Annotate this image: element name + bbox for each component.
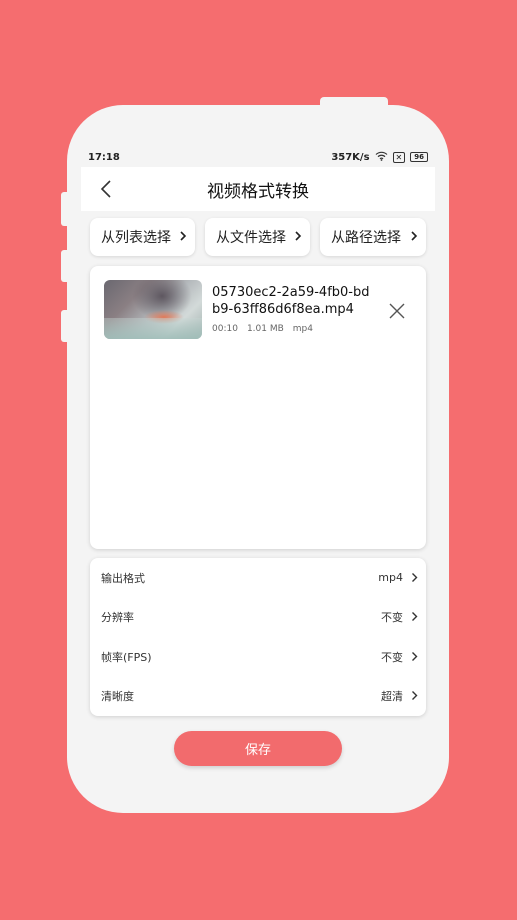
setting-label: 帧率(FPS) bbox=[101, 650, 152, 664]
status-time: 17:18 bbox=[88, 151, 120, 163]
no-sim-icon: ✕ bbox=[392, 151, 406, 163]
save-button[interactable]: 保存 bbox=[174, 731, 342, 766]
source-label: 从路径选择 bbox=[331, 230, 401, 246]
source-label: 从文件选择 bbox=[216, 230, 286, 246]
setting-value: 不变 bbox=[381, 610, 403, 624]
chevron-right-icon bbox=[411, 231, 418, 241]
setting-value: mp4 bbox=[378, 571, 403, 584]
select-from-file-button[interactable]: 从文件选择 bbox=[205, 218, 310, 256]
video-thumbnail[interactable] bbox=[104, 280, 202, 339]
setting-label: 输出格式 bbox=[101, 571, 145, 585]
top-app-bar: 视频格式转换 bbox=[81, 167, 435, 211]
video-size: 1.01 MB bbox=[246, 324, 284, 334]
video-meta: 00:10 1.01 MB mp4 bbox=[212, 324, 313, 334]
output-format-row[interactable]: 输出格式 mp4 bbox=[90, 558, 426, 597]
video-filename: 05730ec2-2a59-4fb0-bdb9-63ff86d6f8ea.mp4 bbox=[212, 285, 370, 317]
chevron-right-icon bbox=[412, 652, 418, 661]
setting-value: 超清 bbox=[381, 689, 403, 703]
chevron-right-icon bbox=[412, 573, 418, 582]
source-selector: 从列表选择 从文件选择 从路径选择 bbox=[90, 218, 430, 256]
remove-video-button[interactable] bbox=[386, 300, 408, 322]
chevron-left-icon bbox=[100, 180, 111, 198]
select-from-list-button[interactable]: 从列表选择 bbox=[90, 218, 195, 256]
chevron-right-icon bbox=[412, 612, 418, 621]
status-bar: 17:18 357K/s ✕ 96 bbox=[81, 147, 435, 167]
chevron-right-icon bbox=[412, 691, 418, 700]
app-screen: 17:18 357K/s ✕ 96 视频格式转换 从列表选择 从文件选择 从路径… bbox=[81, 147, 435, 775]
video-format: mp4 bbox=[292, 324, 313, 334]
close-icon bbox=[389, 303, 405, 319]
video-duration: 00:10 bbox=[212, 324, 238, 334]
conversion-settings: 输出格式 mp4 分辨率 不变 帧率(FPS) 不变 清晰度 超清 bbox=[90, 558, 426, 716]
back-button[interactable] bbox=[95, 177, 117, 201]
battery-icon: 96 bbox=[410, 152, 428, 162]
resolution-row[interactable]: 分辨率 不变 bbox=[90, 597, 426, 636]
network-speed: 357K/s bbox=[331, 151, 370, 163]
page-title: 视频格式转换 bbox=[207, 181, 309, 202]
selected-video-card: 05730ec2-2a59-4fb0-bdb9-63ff86d6f8ea.mp4… bbox=[90, 266, 426, 549]
frame-rate-row[interactable]: 帧率(FPS) 不变 bbox=[90, 637, 426, 676]
chevron-right-icon bbox=[295, 231, 302, 241]
setting-label: 分辨率 bbox=[101, 610, 134, 624]
wifi-icon bbox=[375, 151, 388, 164]
select-from-path-button[interactable]: 从路径选择 bbox=[320, 218, 426, 256]
quality-row[interactable]: 清晰度 超清 bbox=[90, 676, 426, 715]
setting-label: 清晰度 bbox=[101, 689, 134, 703]
chevron-right-icon bbox=[180, 231, 187, 241]
source-label: 从列表选择 bbox=[101, 230, 171, 246]
setting-value: 不变 bbox=[381, 650, 403, 664]
